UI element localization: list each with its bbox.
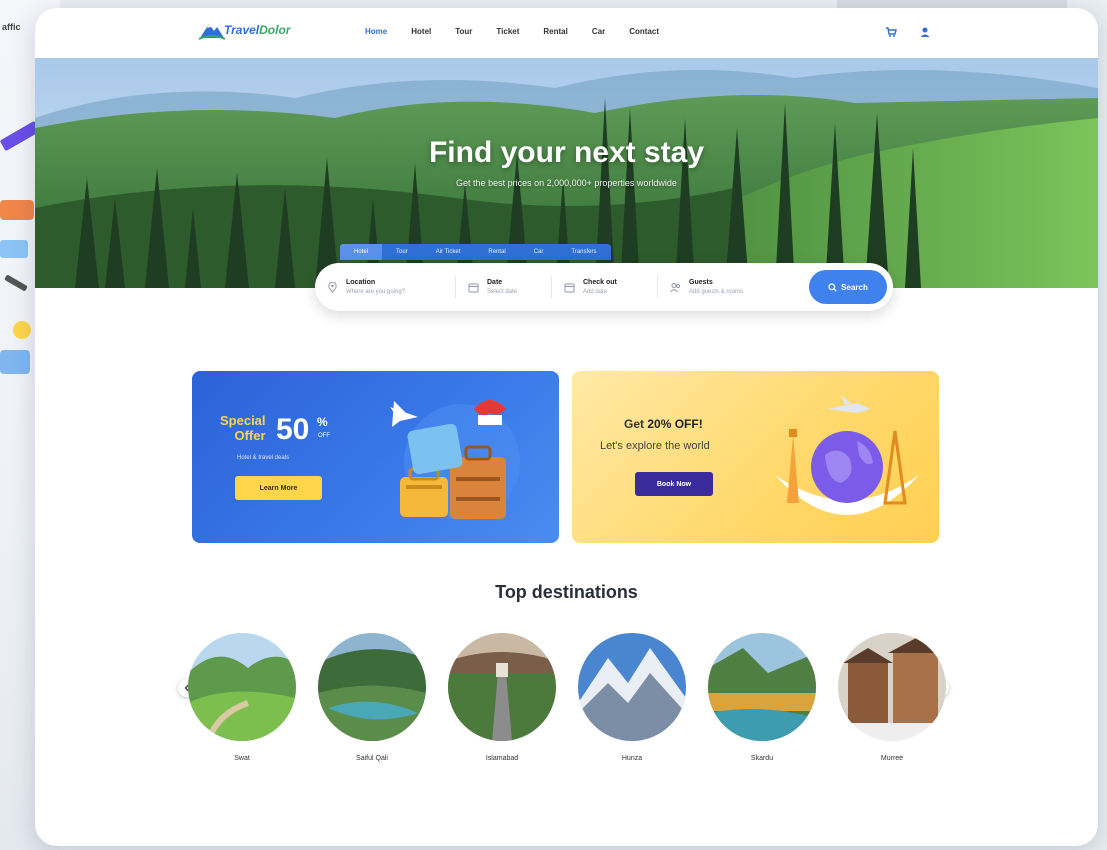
tab-air-ticket[interactable]: Air Ticket — [422, 244, 475, 260]
hero-title: Find your next stay — [428, 136, 705, 169]
destination-name: Swat — [234, 755, 250, 762]
destination-card[interactable]: Skardu — [708, 633, 816, 762]
logo-mountain-icon — [198, 24, 226, 40]
nav-item-ticket[interactable]: Ticket — [496, 27, 519, 36]
destination-card[interactable]: Swat — [188, 633, 296, 762]
destinations-carousel: Swat Saiful Qali Islamabad Hunza Skardu — [185, 633, 946, 773]
guests-icon — [670, 282, 680, 292]
date-field[interactable]: Date Select date — [456, 263, 551, 311]
special-offer-label: Special Offer — [220, 413, 266, 443]
guests-field[interactable]: Guests Add guests & rooms — [658, 263, 798, 311]
pin-icon — [328, 281, 337, 293]
tab-rental[interactable]: Rental — [474, 244, 519, 260]
logo-text: TravelDolor — [224, 23, 291, 37]
learn-more-button[interactable]: Learn More — [235, 476, 322, 500]
destination-image — [838, 633, 946, 741]
destination-card[interactable]: Saiful Qali — [318, 633, 426, 762]
background-bar — [837, 0, 1067, 8]
promo-card-special-offer[interactable]: Special Offer 50 % OFF Hotel & travel dea… — [192, 371, 559, 543]
checkout-label: Check out — [583, 279, 617, 286]
user-icon[interactable] — [919, 26, 931, 38]
promo-title: Get 20% OFF! — [624, 417, 703, 431]
promo-subtitle: Hotel & travel deals — [237, 455, 290, 461]
destination-image — [448, 633, 556, 741]
cart-icon[interactable] — [885, 26, 897, 38]
search-bar: Location Where are you going? Date Select … — [315, 263, 893, 311]
destination-name: Murree — [880, 755, 904, 762]
site-header: TravelDolor Home Hotel Tour Ticket Renta… — [35, 8, 1098, 58]
nav-item-hotel[interactable]: Hotel — [411, 27, 431, 36]
date-label: Date — [487, 279, 503, 286]
guests-placeholder: Add guests & rooms — [689, 289, 744, 295]
search-icon — [828, 282, 837, 292]
guests-label: Guests — [689, 279, 713, 286]
destination-card[interactable]: Hunza — [578, 633, 686, 762]
calendar-icon — [468, 283, 479, 292]
section-title: Top destinations — [495, 582, 638, 602]
percent-sign: % — [317, 415, 328, 429]
off-label: OFF — [318, 433, 330, 439]
nav-item-car[interactable]: Car — [592, 27, 605, 36]
tab-car[interactable]: Car — [520, 244, 558, 260]
destination-image — [318, 633, 426, 741]
tab-hotel[interactable]: Hotel — [340, 244, 383, 260]
hero-subtitle: Get the best prices on 2,000,000+ proper… — [456, 178, 677, 188]
checkout-field[interactable]: Check out Add date — [552, 263, 657, 311]
nav-item-tour[interactable]: Tour — [455, 27, 472, 36]
luggage-illustration — [390, 400, 520, 520]
destination-name: Skardu — [750, 755, 774, 762]
discount-percent: 50 — [276, 413, 310, 446]
tab-tour[interactable]: Tour — [382, 244, 422, 260]
destination-name: Islamabad — [485, 755, 519, 762]
search-category-tabs: Hotel Tour Air Ticket Rental Car Transfe… — [340, 244, 611, 260]
tab-transfers[interactable]: Transfers — [557, 244, 610, 260]
date-placeholder: Select date — [487, 289, 518, 295]
main-nav: Home Hotel Tour Ticket Rental Car Contac… — [365, 27, 659, 36]
promo-subtitle: Let's explore the world — [600, 440, 710, 452]
globe-landmarks-illustration — [775, 395, 919, 515]
search-button-label: Search — [841, 282, 868, 292]
nav-item-rental[interactable]: Rental — [543, 27, 567, 36]
destination-name: Hunza — [621, 755, 643, 762]
location-label: Location — [346, 279, 376, 286]
search-button[interactable]: Search — [809, 270, 887, 304]
destination-image — [708, 633, 816, 741]
hero-banner: Find your next stay Get the best prices … — [35, 58, 1098, 288]
checkout-placeholder: Add date — [583, 289, 608, 295]
background-label: affic — [2, 22, 21, 32]
nav-item-home[interactable]: Home — [365, 27, 387, 36]
location-field[interactable]: Location Where are you going? — [315, 263, 455, 311]
destination-card[interactable]: Islamabad — [448, 633, 556, 762]
header-actions — [885, 26, 931, 38]
destination-card[interactable]: Murree — [838, 633, 946, 762]
promo-card-discount[interactable]: Get 20% OFF! Let's explore the world Boo… — [572, 371, 939, 543]
destination-image — [188, 633, 296, 741]
book-now-button[interactable]: Book Now — [635, 472, 713, 496]
location-placeholder: Where are you going? — [346, 289, 406, 295]
website-frame: TravelDolor Home Hotel Tour Ticket Renta… — [35, 8, 1098, 846]
nav-item-contact[interactable]: Contact — [629, 27, 659, 36]
calendar-icon — [564, 283, 575, 292]
site-logo[interactable]: TravelDolor — [198, 18, 290, 42]
destination-image — [578, 633, 686, 741]
destination-name: Saiful Qali — [356, 755, 388, 762]
